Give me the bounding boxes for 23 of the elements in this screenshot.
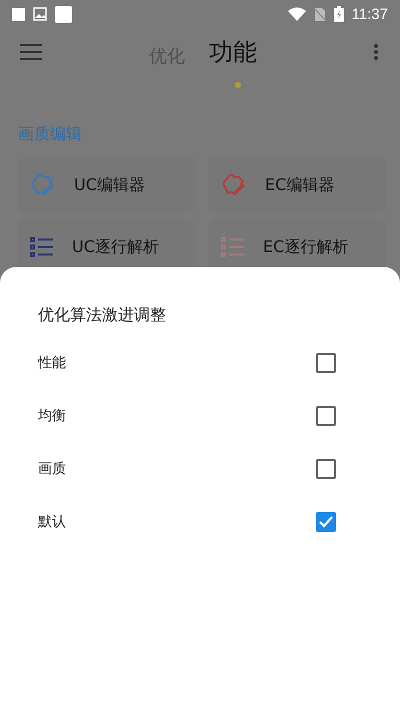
notification-icon (55, 6, 72, 22)
battery-charging-icon (334, 6, 344, 22)
menu-icon[interactable] (20, 44, 42, 60)
option-label: 性能 (38, 354, 66, 372)
option-label: 均衡 (38, 406, 66, 424)
dialog-title: 优化算法激进调整 (37, 305, 167, 326)
wifi-icon (288, 7, 306, 21)
feature-card[interactable]: EC编辑器 (209, 157, 386, 213)
checkbox[interactable] (316, 352, 336, 372)
notification-icon (12, 8, 25, 20)
image-icon (33, 7, 47, 21)
checkbox[interactable] (316, 406, 336, 426)
option-label: 默认 (38, 512, 66, 530)
feature-card[interactable]: UC编辑器 (18, 157, 195, 213)
more-options-icon[interactable] (374, 44, 378, 60)
checkbox[interactable] (316, 512, 336, 532)
clock-time: 11:37 (352, 6, 388, 22)
option-label: 画质 (38, 460, 66, 478)
section-title: 画质编辑 (17, 123, 83, 145)
tab[interactable]: 功能 (209, 36, 257, 68)
page-indicator-dot (235, 82, 241, 88)
no-sim-icon (314, 6, 326, 22)
checkbox[interactable] (316, 458, 336, 478)
